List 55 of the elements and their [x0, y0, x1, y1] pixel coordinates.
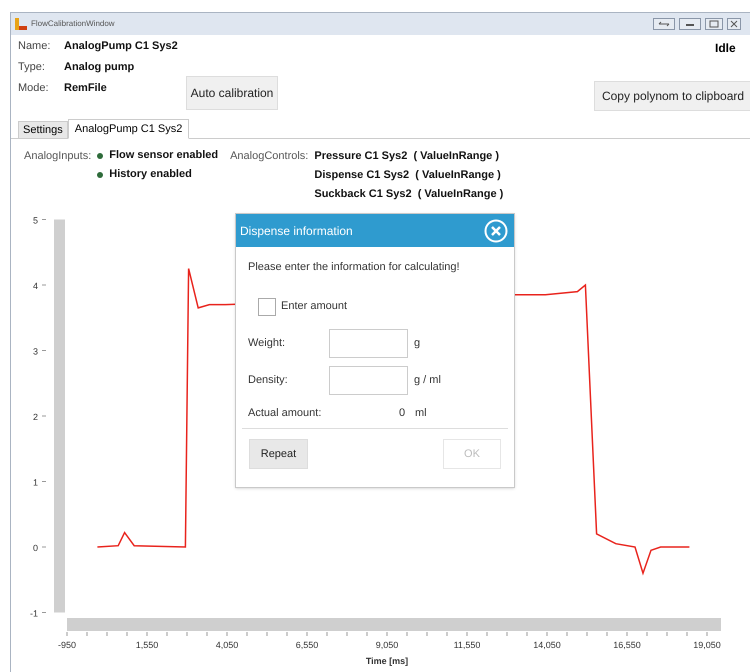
tab[interactable]: Settings	[18, 121, 68, 138]
y-tick-label: 5	[32, 216, 38, 226]
y-tick-label: 0	[32, 543, 38, 553]
status-text: Idle	[715, 40, 736, 57]
y-tick-label: 4	[32, 281, 38, 291]
enter-amount-label: Enter amount	[281, 299, 348, 314]
field-label: Weight:	[248, 336, 286, 351]
enter-amount-checkbox[interactable]	[258, 298, 276, 316]
window-title: FlowCalibrationWindow	[31, 18, 115, 30]
control-status: Pressure C1 Sys2 ( ValueInRange )	[314, 149, 500, 163]
actual-amount-value: 0	[399, 406, 406, 420]
unit-text: g / ml	[414, 372, 441, 388]
actual-amount-label: Actual amount:	[248, 406, 322, 420]
x-tick-label: 9,050	[376, 640, 398, 650]
y-tick-label: -1	[30, 608, 38, 618]
minimize-icon[interactable]	[679, 18, 701, 30]
swap-icon[interactable]	[653, 18, 675, 30]
unit-text: ml	[415, 406, 427, 420]
copy-polynom-button[interactable]: Copy polynom to clipboard	[594, 81, 750, 111]
field-value: Analog pump	[64, 60, 134, 76]
close-icon[interactable]	[727, 18, 741, 30]
x-tick-label: 11,550	[454, 640, 480, 650]
field-value: RemFile	[64, 81, 107, 96]
y-tick-label: 1	[32, 478, 38, 488]
tab[interactable]: AnalogPump C1 Sys2	[68, 119, 190, 139]
input-field[interactable]	[329, 328, 408, 358]
maximize-icon[interactable]	[705, 18, 723, 30]
control-status: Suckback C1 Sys2 ( ValueInRange )	[314, 187, 504, 201]
analog-controls-label: AnalogControls:	[230, 149, 308, 164]
field-label: Type:	[18, 60, 46, 76]
x-tick-label: 16,550	[613, 640, 641, 650]
field-value: AnalogPump C1 Sys2	[64, 39, 178, 54]
x-tick-label: 6,550	[296, 640, 318, 650]
dialog-title: Dispense information	[240, 222, 353, 240]
control-status: Dispense C1 Sys2 ( ValueInRange )	[314, 168, 502, 182]
analog-inputs-label: AnalogInputs:	[24, 149, 92, 164]
x-tick-label: 4,050	[216, 640, 238, 650]
y-tick-label: 2	[32, 412, 38, 422]
x-tick-label: 1,550	[136, 640, 158, 650]
x-tick-label: 14,050	[533, 640, 561, 650]
input-status: Flow sensor enabled	[109, 148, 218, 164]
field-label: Mode:	[18, 81, 50, 96]
repeat-button[interactable]: Repeat	[249, 439, 308, 469]
x-axis-label: Time [ms]	[366, 656, 408, 666]
auto-calibration-button[interactable]: Auto calibration	[186, 76, 278, 110]
field-label: Density:	[248, 372, 289, 388]
field-label: Name:	[18, 39, 52, 54]
dialog-message: Please enter the information for calculating!	[248, 260, 461, 275]
input-field[interactable]	[329, 366, 408, 394]
y-tick-label: 3	[32, 346, 38, 356]
unit-text: g	[414, 336, 420, 351]
x-tick-label: 19,050	[693, 640, 721, 650]
x-tick-label: -950	[58, 640, 76, 650]
window-icon	[15, 18, 27, 30]
input-status: History enabled	[109, 167, 192, 182]
